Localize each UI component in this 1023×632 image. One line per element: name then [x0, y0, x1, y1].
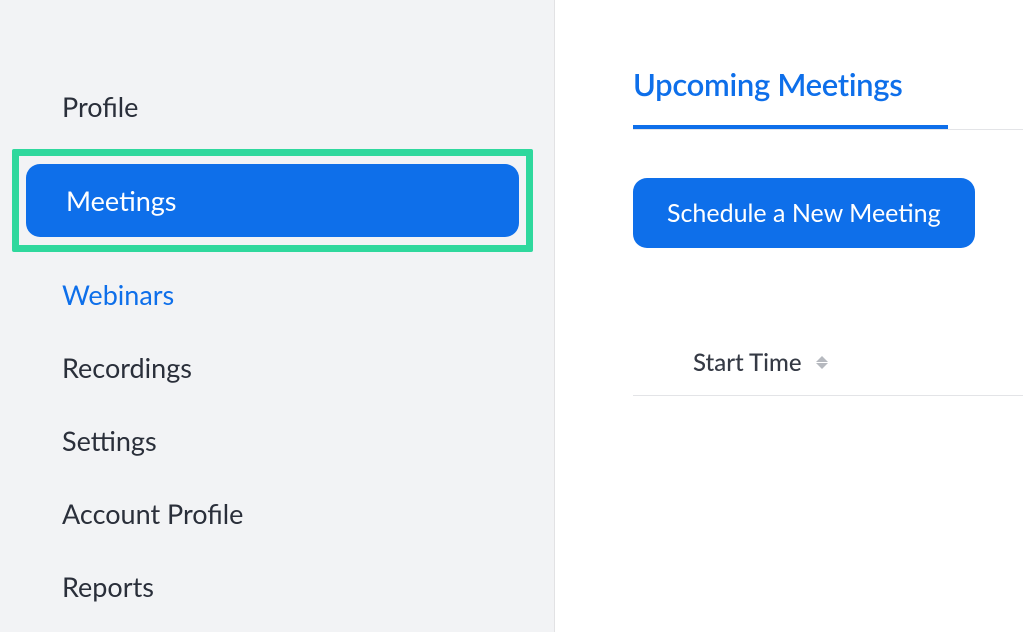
column-header-start-time[interactable]: Start Time: [693, 348, 802, 377]
tab-divider-line: [633, 129, 1023, 130]
tab-upcoming-meetings[interactable]: Upcoming Meetings: [633, 65, 1023, 125]
sidebar: Profile Meetings Webinars Recordings Set…: [0, 0, 554, 632]
caret-up-icon: [816, 356, 828, 362]
tab-underline-row: [633, 125, 1023, 130]
sidebar-item-meetings[interactable]: Meetings: [26, 164, 519, 237]
annotation-highlight-box: Meetings: [12, 149, 533, 252]
sort-icon[interactable]: [816, 356, 828, 369]
schedule-new-meeting-button[interactable]: Schedule a New Meeting: [633, 178, 975, 248]
caret-down-icon: [816, 363, 828, 369]
table-header-rule: [633, 395, 1023, 396]
sidebar-item-reports[interactable]: Reports: [22, 550, 514, 623]
main-content: Upcoming Meetings Schedule a New Meeting…: [554, 0, 1023, 632]
table-header-row: Start Time: [633, 348, 1023, 377]
sidebar-item-account-profile[interactable]: Account Profile: [22, 477, 514, 550]
sidebar-item-settings[interactable]: Settings: [22, 404, 514, 477]
sidebar-item-profile[interactable]: Profile: [22, 70, 514, 143]
sidebar-item-recordings[interactable]: Recordings: [22, 331, 514, 404]
sidebar-item-webinars[interactable]: Webinars: [22, 258, 514, 331]
